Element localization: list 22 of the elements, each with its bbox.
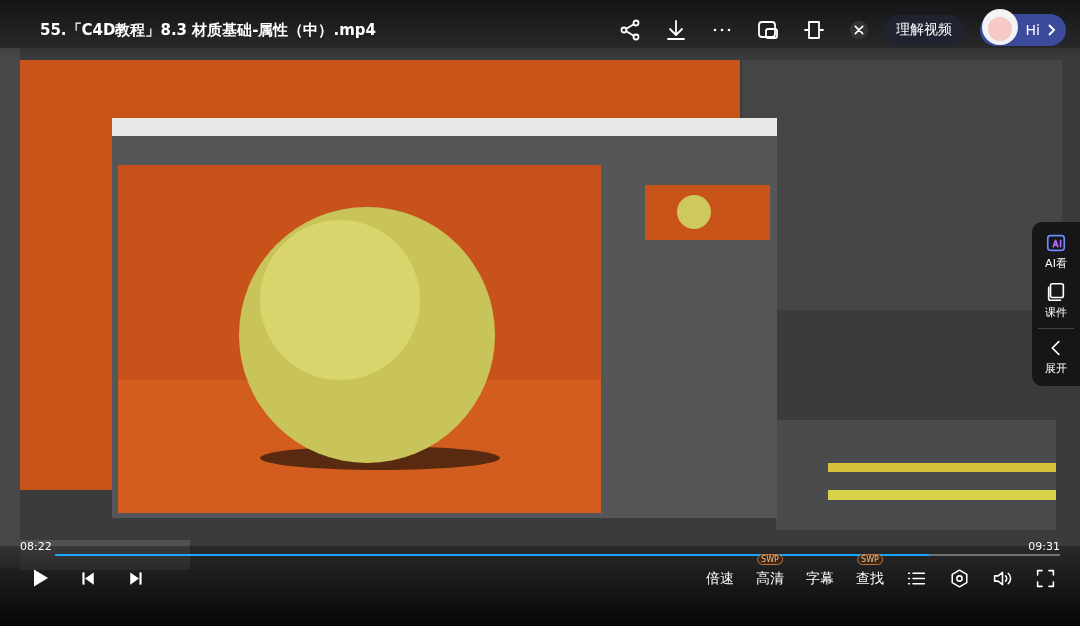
player-option[interactable]: 倍速 (706, 570, 734, 588)
video-title: 55.「C4D教程」8.3 材质基础-属性（中）.mp4 (40, 20, 377, 40)
player-option[interactable]: 字幕 (806, 570, 834, 588)
mini-window-icon[interactable] (801, 18, 826, 42)
chevron-icon (1046, 22, 1056, 38)
close-icon[interactable] (847, 19, 870, 41)
avatar-icon (979, 7, 1020, 47)
pages-icon (1045, 281, 1067, 303)
player-option[interactable]: 高清 (756, 570, 784, 588)
duration: 09:31 (1028, 540, 1060, 553)
settings-icon[interactable] (949, 567, 970, 589)
badge: SWP (757, 554, 783, 565)
side-panel-button[interactable]: 展开 (1045, 335, 1067, 378)
side-panel-button[interactable]: AI看 (1045, 230, 1067, 273)
side-panel-button[interactable]: 课件 (1045, 279, 1067, 322)
badge: SWP (857, 554, 883, 565)
understand-video-button[interactable]: 理解视频 (883, 15, 964, 45)
ai-view-icon (1045, 232, 1067, 254)
current-time: 08:22 (20, 540, 52, 553)
fullscreen-icon[interactable] (1035, 567, 1056, 589)
picture-in-picture-icon[interactable] (755, 18, 780, 42)
player-option[interactable]: 查找 (856, 570, 884, 588)
